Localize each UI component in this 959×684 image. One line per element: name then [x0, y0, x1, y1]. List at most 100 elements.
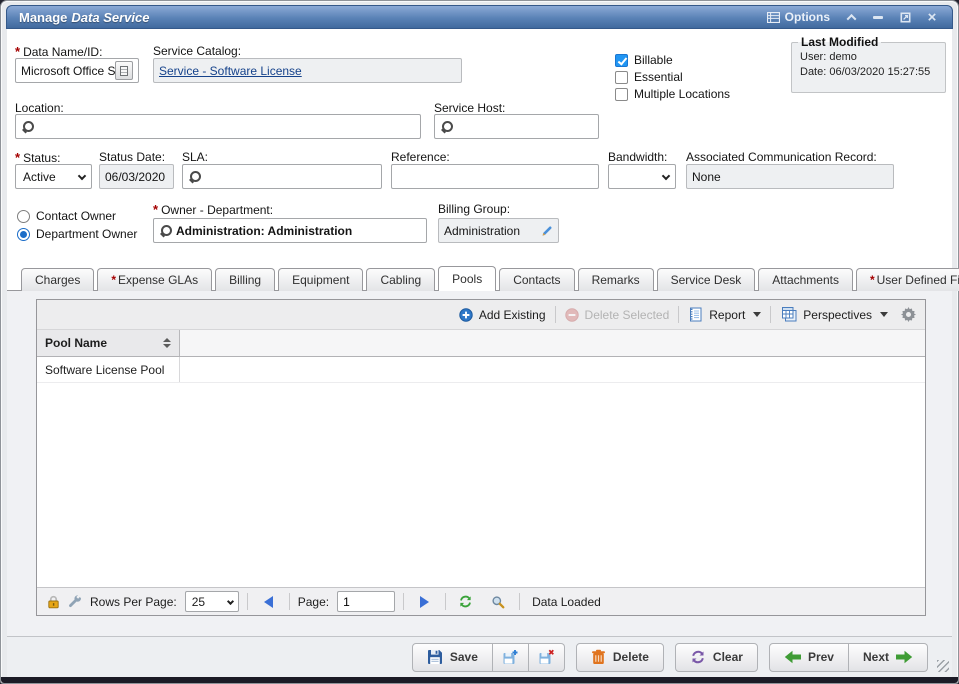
lock-icon[interactable] [47, 595, 60, 609]
chevron-down-icon [880, 312, 888, 317]
column-header-pool-name[interactable]: Pool Name [37, 330, 180, 356]
tab-cabling[interactable]: Cabling [366, 268, 435, 291]
tab-billing[interactable]: Billing [215, 268, 275, 291]
status-select[interactable]: Active [15, 164, 92, 189]
chevron-down-icon [753, 312, 761, 317]
pager-status: Data Loaded [532, 595, 601, 609]
tab-expense-glas[interactable]: *Expense GLAs [97, 268, 212, 291]
options-button[interactable]: Options [767, 10, 830, 24]
edit-pencil-icon[interactable] [541, 225, 553, 237]
save-and-new-button[interactable] [493, 643, 529, 672]
essential-checkbox-row: Essential [615, 70, 683, 84]
wrench-icon[interactable] [68, 595, 82, 609]
search-icon [22, 121, 34, 133]
reference-field [391, 164, 599, 189]
page-number-input[interactable] [337, 591, 395, 612]
service-host-field [434, 114, 599, 139]
service-catalog-link[interactable]: Service - Software License [159, 64, 302, 78]
perspectives-button[interactable]: Perspectives [780, 307, 888, 322]
multiple-locations-checkbox[interactable] [615, 88, 628, 101]
bandwidth-label: Bandwidth: [608, 150, 667, 164]
pager-separator [519, 593, 520, 610]
popout-button[interactable] [899, 10, 911, 24]
rows-per-page-label: Rows Per Page: [90, 595, 177, 609]
tab-pools[interactable]: Pools [438, 266, 496, 291]
table-row[interactable]: Software License Pool [37, 357, 925, 383]
bandwidth-select[interactable] [608, 164, 676, 189]
department-owner-radio[interactable] [17, 228, 30, 241]
trash-icon [591, 649, 606, 665]
owner-department-field[interactable]: Administration: Administration [153, 218, 427, 243]
reference-label: Reference: [391, 150, 450, 164]
clear-button[interactable]: Clear [675, 643, 758, 672]
department-owner-label: Department Owner [36, 227, 137, 241]
sla-field [182, 164, 382, 189]
multiple-locations-label: Multiple Locations [634, 87, 730, 101]
delete-selected-button[interactable]: Delete Selected [565, 308, 670, 322]
status-date-field: 06/03/2020 [99, 164, 174, 189]
resize-grip[interactable] [937, 660, 949, 672]
sla-input[interactable] [205, 165, 376, 188]
sla-label: SLA: [182, 150, 208, 164]
essential-checkbox[interactable] [615, 71, 628, 84]
tab-attachments[interactable]: Attachments [758, 268, 853, 291]
rows-per-page-select[interactable]: 25 [185, 591, 239, 612]
prev-next-button-group: Prev Next [769, 643, 928, 672]
tab-remarks[interactable]: Remarks [578, 268, 654, 291]
add-existing-button[interactable]: Add Existing [459, 308, 546, 322]
previous-page-button[interactable] [264, 596, 273, 608]
search-grid-icon[interactable] [491, 595, 505, 609]
refresh-icon[interactable] [458, 594, 473, 609]
last-modified-user: User: demo [800, 50, 937, 65]
save-and-close-button[interactable] [529, 643, 565, 672]
save-button[interactable]: Save [412, 643, 493, 672]
reference-input[interactable] [397, 165, 593, 188]
prev-button[interactable]: Prev [769, 643, 849, 672]
service-host-label: Service Host: [434, 101, 505, 115]
next-page-button[interactable] [420, 596, 429, 608]
footer-bar: Save Delete Clear Prev Next [7, 636, 952, 677]
toolbar-separator [678, 306, 679, 323]
grid-header-row: Pool Name [37, 330, 925, 357]
billing-group-field: Administration [438, 218, 559, 243]
billing-group-label: Billing Group: [438, 202, 510, 216]
contact-owner-radio[interactable] [17, 210, 30, 223]
report-button[interactable]: Report [688, 307, 761, 322]
location-field [15, 114, 421, 139]
minimize-button[interactable] [872, 10, 884, 24]
owner-department-label: *Owner - Department: [153, 202, 273, 217]
tab-charges[interactable]: Charges [21, 268, 94, 291]
last-modified-legend: Last Modified [798, 35, 881, 49]
tab-service-desk[interactable]: Service Desk [657, 268, 756, 291]
billable-checkbox[interactable] [615, 54, 628, 67]
chevron-down-icon [227, 598, 234, 605]
location-input[interactable] [38, 115, 415, 138]
billable-label: Billable [634, 53, 673, 67]
assoc-comm-field: None [686, 164, 894, 189]
data-name-input[interactable] [21, 59, 115, 82]
next-button[interactable]: Next [849, 643, 928, 672]
last-modified-panel: Last Modified User: demo Date: 06/03/202… [791, 35, 946, 93]
arrow-left-icon [784, 650, 801, 664]
close-icon: × [928, 10, 937, 25]
pager-separator [289, 593, 290, 610]
collapse-button[interactable] [845, 10, 857, 24]
billable-checkbox-row: Billable [615, 53, 673, 67]
window-title: ManageData Service [7, 10, 149, 25]
id-lookup-button[interactable] [115, 61, 133, 80]
tab-equipment[interactable]: Equipment [278, 268, 363, 291]
report-icon [688, 307, 703, 322]
pool-name-cell: Software License Pool [37, 357, 180, 382]
tab-user-defined-fields[interactable]: *User Defined Fields [856, 268, 959, 291]
grid-settings-button[interactable] [901, 307, 916, 322]
tab-contacts[interactable]: Contacts [499, 268, 574, 291]
status-date-label: Status Date: [99, 150, 165, 164]
arrow-right-icon [896, 650, 913, 664]
service-host-input[interactable] [457, 115, 593, 138]
close-button[interactable]: × [926, 10, 938, 24]
sort-icon[interactable] [163, 338, 171, 348]
save-new-icon [502, 649, 519, 665]
chevron-up-icon [846, 13, 856, 23]
chevron-down-icon [78, 172, 86, 180]
delete-button[interactable]: Delete [576, 643, 664, 672]
